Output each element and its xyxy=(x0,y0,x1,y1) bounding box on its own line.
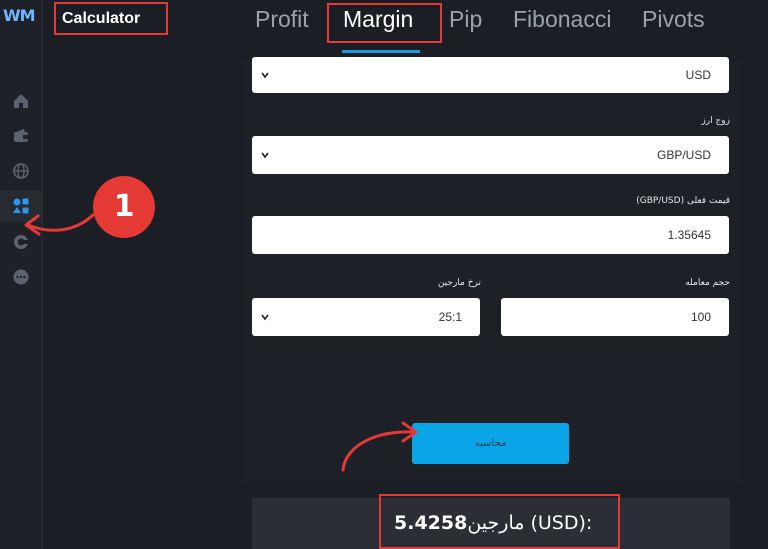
trade-volume-label: حجم معامله xyxy=(685,278,730,288)
brand-logo[interactable]: WM xyxy=(3,6,36,25)
margin-tab-highlight xyxy=(327,3,442,43)
step-badge: 1 xyxy=(93,176,155,238)
currency-pair-label: زوج ارز xyxy=(701,116,730,126)
chevron-down-icon xyxy=(261,314,269,321)
currency-pair-select[interactable]: GBP/USD xyxy=(252,136,729,174)
currency-pair-value: GBP/USD xyxy=(656,148,711,162)
tab-fibonacci[interactable]: Fibonacci xyxy=(513,6,611,33)
chevron-down-icon xyxy=(261,72,269,79)
coin-icon[interactable] xyxy=(12,233,30,251)
trade-volume-field[interactable]: 100 xyxy=(501,298,729,336)
margin-ratio-label: نرخ مارجین xyxy=(437,278,481,288)
home-icon[interactable] xyxy=(12,92,30,110)
account-currency-select[interactable]: USD xyxy=(252,57,729,93)
active-tab-indicator xyxy=(342,50,420,53)
calculate-button[interactable]: محاسبه xyxy=(412,423,569,464)
page-title: Calculator xyxy=(54,2,168,35)
chevron-down-icon xyxy=(261,152,269,159)
current-price-field[interactable]: 1.35645 xyxy=(252,216,729,254)
current-price-value: 1.35645 xyxy=(667,228,711,242)
icon-rail: WM xyxy=(0,0,43,549)
side-panel xyxy=(43,0,208,549)
margin-form xyxy=(244,62,740,482)
wallet-icon[interactable] xyxy=(12,127,30,145)
account-currency-value: USD xyxy=(685,68,711,82)
more-icon[interactable] xyxy=(12,268,30,286)
tab-pip[interactable]: Pip xyxy=(449,6,482,33)
globe-icon[interactable] xyxy=(12,162,30,180)
apps-icon[interactable] xyxy=(12,197,30,215)
tab-pivots[interactable]: Pivots xyxy=(642,6,705,33)
tab-profit[interactable]: Profit xyxy=(255,6,309,33)
margin-ratio-value: 25:1 xyxy=(438,310,462,324)
current-price-label: قیمت فعلی (GBP/USD) xyxy=(636,196,730,206)
result-highlight xyxy=(379,494,620,549)
trade-volume-value: 100 xyxy=(690,310,711,324)
margin-ratio-select[interactable]: 25:1 xyxy=(252,298,480,336)
